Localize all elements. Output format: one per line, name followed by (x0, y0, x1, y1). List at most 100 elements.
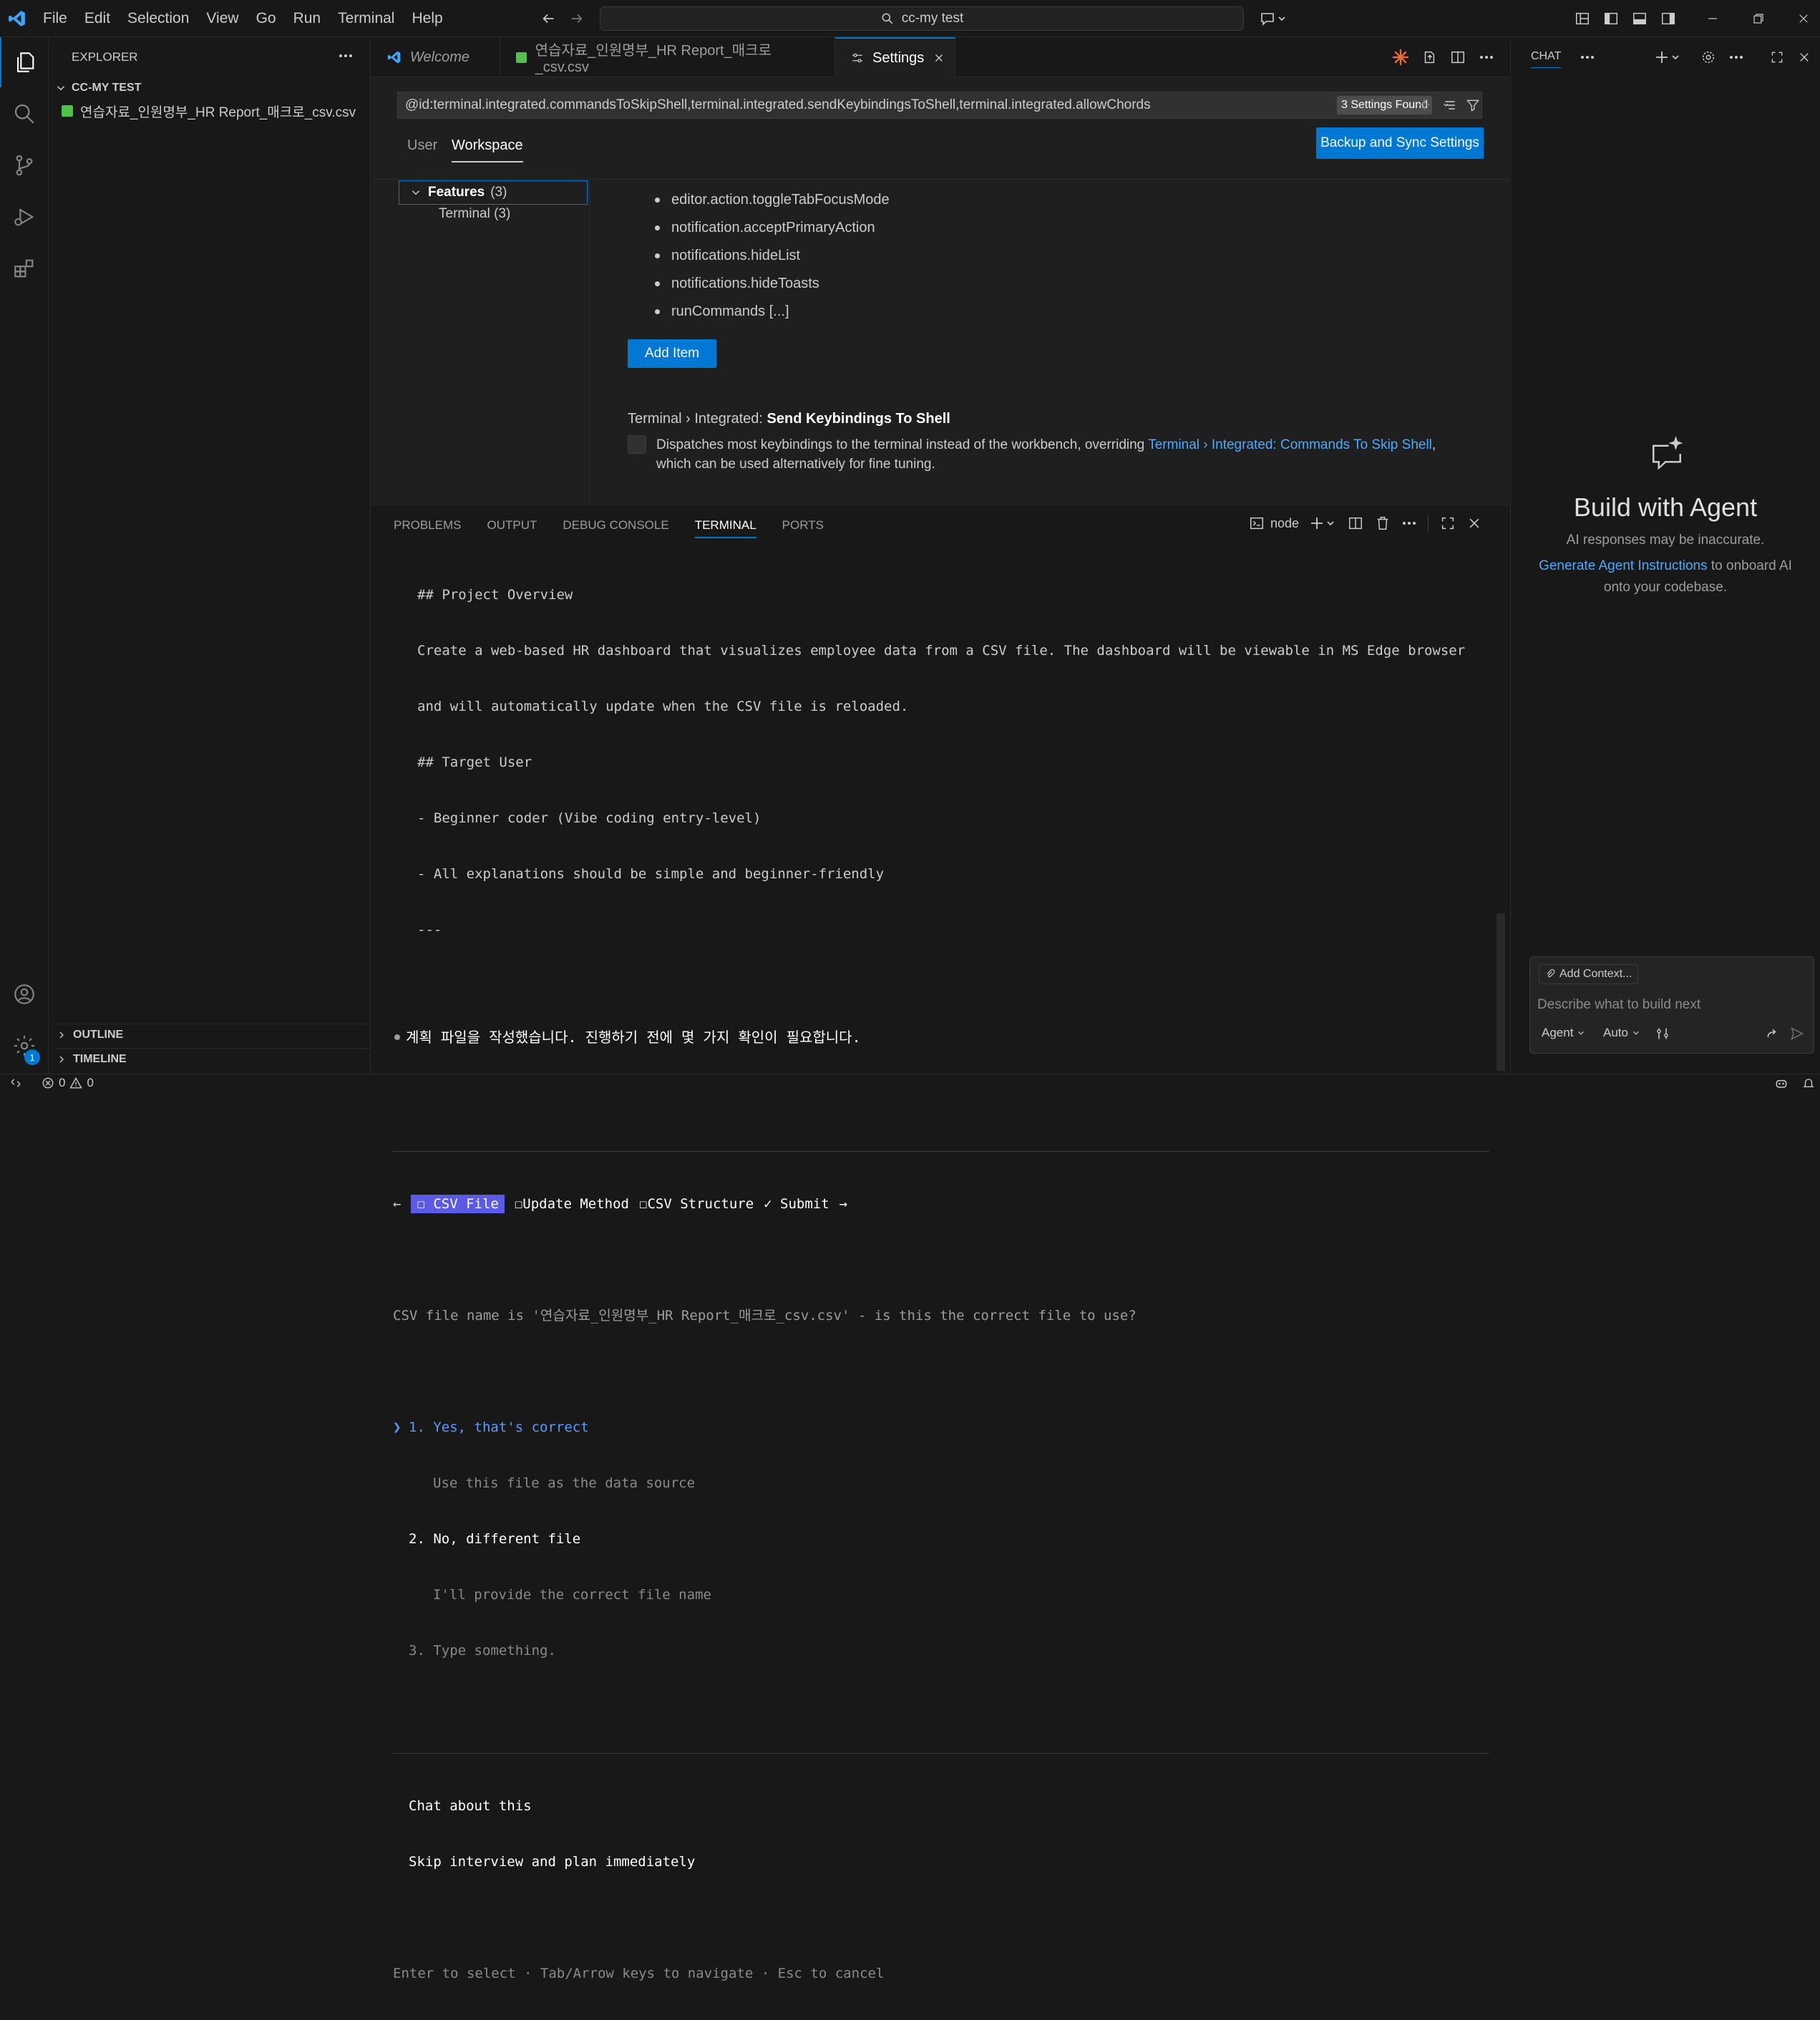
option-1[interactable]: ❯ 1. Yes, that's correct (393, 1418, 1509, 1437)
menu-help[interactable]: Help (403, 0, 451, 37)
more-actions-icon[interactable] (1727, 49, 1746, 66)
gear-icon[interactable] (1698, 47, 1718, 67)
tab-debug-console[interactable]: DEBUG CONSOLE (563, 514, 668, 538)
commands-skip-shell-link[interactable]: Terminal › Integrated: Commands To Skip … (1148, 437, 1432, 452)
open-settings-json-icon[interactable] (1419, 47, 1439, 67)
settings-search-input[interactable]: @id:terminal.integrated.commandsToSkipSh… (397, 92, 1482, 119)
source-control-icon[interactable] (0, 140, 49, 190)
forward-arrow-icon[interactable] (567, 9, 587, 29)
more-actions-icon[interactable] (1402, 521, 1416, 525)
menu-file[interactable]: File (34, 0, 76, 37)
menu-terminal[interactable]: Terminal (329, 0, 403, 37)
toc-features[interactable]: Features (3) (399, 180, 588, 205)
menu-view[interactable]: View (198, 0, 247, 37)
status-bar: 0 0 (0, 1074, 1820, 1091)
tab-ports[interactable]: PORTS (782, 514, 824, 538)
tab-output[interactable]: OUTPUT (487, 514, 537, 538)
toggle-panel-icon[interactable] (1629, 9, 1650, 29)
tab-csv-file[interactable]: 연습자료_인원명부_HR Report_매크로_csv.csv (500, 37, 835, 77)
close-tab-icon[interactable] (933, 52, 945, 64)
maximize-icon[interactable] (1767, 47, 1787, 67)
step-submit[interactable]: ✓ Submit (764, 1195, 829, 1213)
terminal-line: and will automatically update when the C… (417, 699, 909, 714)
search-view-icon[interactable] (0, 89, 49, 139)
new-chat-icon[interactable] (1654, 47, 1685, 67)
problems-status[interactable]: 0 0 (42, 1076, 94, 1090)
tab-terminal[interactable]: TERMINAL (694, 514, 756, 538)
toc-terminal[interactable]: Terminal (3) (439, 206, 510, 222)
nav-left-arrow[interactable]: ← (393, 1195, 401, 1213)
add-context-button[interactable]: Add Context... (1539, 964, 1639, 984)
more-actions-icon[interactable] (1578, 49, 1597, 66)
scope-tab-user[interactable]: User (407, 137, 437, 154)
model-picker[interactable]: Auto (1603, 1026, 1641, 1040)
explorer-icon[interactable] (0, 37, 49, 87)
option-2[interactable]: 2. No, different file (393, 1530, 1509, 1548)
step-update-method[interactable]: ☐Update Method (515, 1195, 629, 1213)
clear-search-icon[interactable] (1441, 97, 1459, 114)
close-panel-icon[interactable] (1467, 516, 1481, 530)
tools-icon[interactable] (1653, 1024, 1672, 1043)
manage-gear-icon[interactable]: 1 (0, 1021, 49, 1071)
trash-icon[interactable] (1375, 515, 1391, 531)
more-actions-icon[interactable] (1476, 47, 1497, 67)
search-icon (880, 11, 895, 26)
remote-icon[interactable] (0, 1074, 31, 1092)
toggle-secondary-sidebar-icon[interactable] (1658, 9, 1679, 29)
step-csv-structure[interactable]: ☐CSV Structure (639, 1195, 754, 1213)
maximize-panel-icon[interactable] (1440, 515, 1456, 531)
copilot-status-icon[interactable] (1771, 1075, 1792, 1091)
tab-problems[interactable]: PROBLEMS (394, 514, 461, 538)
claude-icon[interactable] (1391, 47, 1411, 67)
run-debug-icon[interactable] (0, 192, 49, 242)
restore-icon[interactable] (1742, 6, 1775, 31)
terminal-output[interactable]: ## Project Overview Create a web-based H… (393, 548, 1509, 2020)
backup-sync-button[interactable]: Backup and Sync Settings (1316, 127, 1484, 159)
menu-run[interactable]: Run (285, 0, 330, 37)
send-keybindings-checkbox[interactable] (628, 435, 646, 454)
list-item-text: editor.action.toggleTabFocusMode (671, 192, 890, 208)
outline-section[interactable]: OUTLINE (56, 1024, 371, 1045)
delegate-icon[interactable] (1763, 1024, 1782, 1043)
accounts-icon[interactable] (0, 969, 49, 1019)
extensions-icon[interactable] (0, 243, 49, 293)
terminal-scrollbar[interactable] (1497, 913, 1505, 1071)
menu-edit[interactable]: Edit (76, 0, 119, 37)
customize-layout-icon[interactable] (1572, 9, 1593, 29)
sparkle-icon[interactable] (1417, 97, 1434, 114)
close-icon[interactable] (1794, 47, 1814, 67)
copilot-chat-icon[interactable] (1257, 9, 1290, 29)
generate-instructions-link[interactable]: Generate Agent Instructions (1539, 558, 1708, 573)
notifications-bell-icon[interactable] (1798, 1075, 1819, 1091)
toggle-primary-sidebar-icon[interactable] (1600, 9, 1622, 29)
nav-right-arrow[interactable]: → (840, 1195, 847, 1213)
editor-tabs: Welcome 연습자료_인원명부_HR Report_매크로_csv.csv … (371, 37, 1509, 77)
close-window-icon[interactable] (1787, 6, 1820, 31)
folder-header[interactable]: CC-MY TEST (54, 79, 141, 97)
option-3[interactable]: 3. Type something. (393, 1641, 1509, 1660)
more-actions-icon[interactable] (335, 47, 356, 64)
shell-name[interactable]: node (1270, 516, 1299, 531)
menu-go[interactable]: Go (248, 0, 285, 37)
file-item-csv[interactable]: 연습자료_인원명부_HR Report_매크로_csv.csv (62, 100, 356, 122)
tab-settings[interactable]: Settings (835, 37, 955, 77)
split-editor-icon[interactable] (1448, 47, 1468, 67)
new-terminal-icon[interactable] (1310, 515, 1336, 531)
back-arrow-icon[interactable] (538, 9, 558, 29)
tab-welcome[interactable]: Welcome (371, 37, 500, 77)
chat-input[interactable]: Describe what to build next (1537, 997, 1700, 1013)
menu-selection[interactable]: Selection (119, 0, 198, 37)
split-terminal-icon[interactable] (1348, 515, 1363, 531)
minimize-icon[interactable] (1696, 6, 1729, 31)
scope-tab-workspace[interactable]: Workspace (452, 137, 523, 162)
chat-about-option[interactable]: Chat about this (393, 1797, 1509, 1815)
step-csv-file[interactable]: ☐ CSV File (411, 1195, 505, 1213)
add-item-button[interactable]: Add Item (628, 339, 716, 368)
command-center-search[interactable]: cc-my test (600, 6, 1244, 31)
chat-title[interactable]: CHAT (1531, 50, 1562, 68)
timeline-section[interactable]: TIMELINE (56, 1048, 371, 1069)
send-icon[interactable] (1788, 1024, 1806, 1043)
filter-icon[interactable] (1464, 97, 1481, 114)
mode-picker[interactable]: Agent (1542, 1026, 1586, 1040)
skip-interview-option[interactable]: Skip interview and plan immediately (393, 1853, 1509, 1871)
